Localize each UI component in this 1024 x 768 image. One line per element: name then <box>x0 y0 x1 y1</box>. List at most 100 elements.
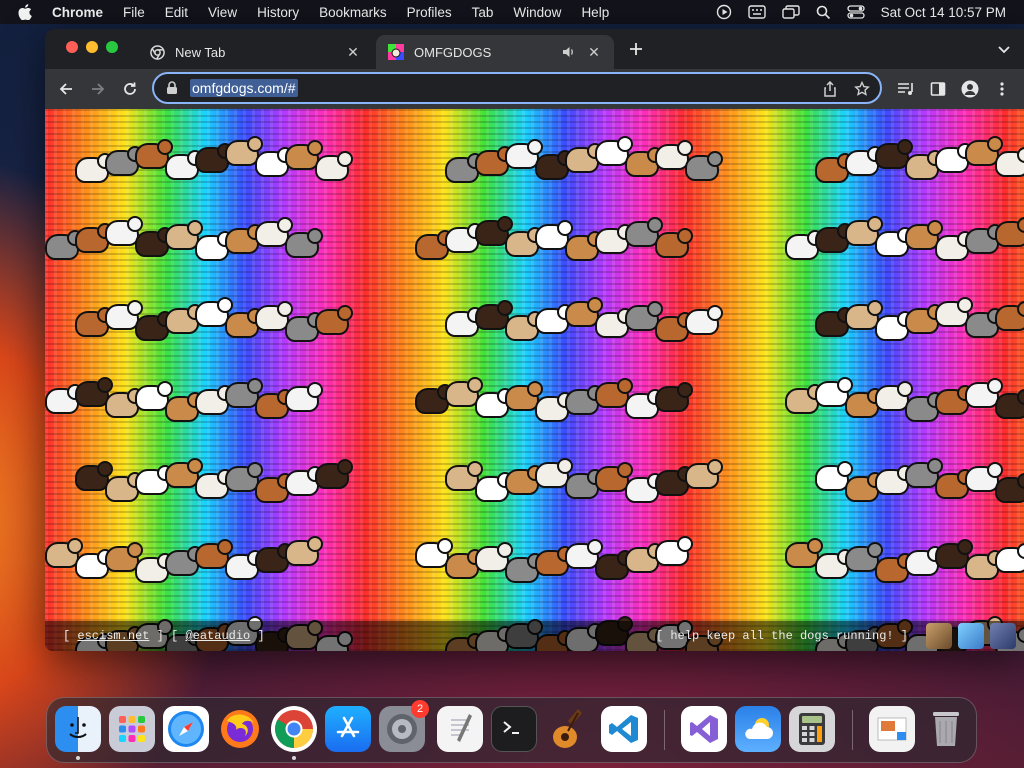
weather-icon[interactable] <box>735 706 781 752</box>
dog-sprite <box>195 385 233 415</box>
menu-bar-clock[interactable]: Sat Oct 14 10:57 PM <box>881 5 1006 20</box>
tab-audio-icon[interactable] <box>562 44 578 60</box>
terminal-icon[interactable] <box>491 706 537 752</box>
settings-icon[interactable]: 2 <box>379 700 429 752</box>
back-arrow-icon[interactable] <box>56 79 76 99</box>
dog-sprite <box>445 153 483 183</box>
new-tab-plus-icon[interactable] <box>627 40 645 58</box>
vscode-icon[interactable] <box>601 706 647 752</box>
tab-close-icon[interactable]: ✕ <box>345 44 361 60</box>
tab-omfgdogs[interactable]: OMFGDOGS ✕ <box>376 35 614 69</box>
dog-sprite <box>165 458 203 488</box>
url-text[interactable]: omfgdogs.com/# <box>190 79 298 97</box>
dog-row <box>45 109 1024 189</box>
dog-sprite <box>815 549 853 579</box>
footer-donate-text[interactable]: [ help keep all the dogs running! ] <box>656 629 908 643</box>
dog-sprite <box>445 307 483 337</box>
dog-pack <box>785 203 1024 263</box>
reload-icon[interactable] <box>120 79 140 99</box>
dog-pack <box>445 443 723 503</box>
finder-icon[interactable] <box>55 706 101 752</box>
dog-sprite <box>935 231 973 261</box>
media-controls-icon[interactable] <box>896 79 916 99</box>
escism-link[interactable]: escism.net <box>77 629 149 643</box>
screen-mirroring-icon[interactable] <box>781 5 800 19</box>
firefox-icon[interactable] <box>217 706 263 752</box>
menu-window[interactable]: Window <box>503 5 571 20</box>
dog-sprite <box>905 150 943 180</box>
dog-row <box>45 509 1024 589</box>
preview-icon[interactable] <box>869 706 915 752</box>
garageband-icon[interactable] <box>545 706 591 752</box>
dog-sprite <box>995 389 1024 419</box>
dog-sprite <box>815 377 853 407</box>
menu-bookmarks[interactable]: Bookmarks <box>309 5 397 20</box>
spotlight-search-icon[interactable] <box>816 5 831 20</box>
dog-sprite <box>255 301 293 331</box>
safari-icon[interactable] <box>163 706 209 752</box>
dog-sprite <box>255 473 293 503</box>
profile-avatar-icon[interactable] <box>960 79 980 99</box>
dog-pack <box>815 283 1024 343</box>
menu-edit[interactable]: Edit <box>155 5 198 20</box>
keyboard-icon[interactable] <box>747 5 766 19</box>
trash-icon[interactable] <box>923 706 969 752</box>
launchpad-icon[interactable] <box>109 706 155 752</box>
dog-sprite <box>815 461 853 491</box>
footer-bracket: ] [ <box>149 629 186 643</box>
tab-search-chevron-icon[interactable] <box>996 41 1012 57</box>
window-minimize-button[interactable] <box>86 41 98 53</box>
tab-new-tab[interactable]: New Tab ✕ <box>137 35 373 69</box>
dog-sprite <box>135 465 173 495</box>
side-panel-icon[interactable] <box>928 79 948 99</box>
menu-history[interactable]: History <box>247 5 309 20</box>
tab-close-icon[interactable]: ✕ <box>586 44 602 60</box>
dog-sprite <box>935 297 973 327</box>
chrome-running-dot <box>292 756 296 760</box>
dog-sprite <box>655 382 693 412</box>
play-status-icon[interactable] <box>716 4 732 20</box>
dog-sprite-icon[interactable] <box>926 623 952 649</box>
menu-tab[interactable]: Tab <box>462 5 504 20</box>
window-maximize-button[interactable] <box>106 41 118 53</box>
menu-file[interactable]: File <box>113 5 155 20</box>
control-center-icon[interactable] <box>847 5 865 19</box>
eataudio-link[interactable]: @eataudio <box>185 629 250 643</box>
apple-menu-icon[interactable] <box>18 4 34 20</box>
menu-profiles[interactable]: Profiles <box>397 5 462 20</box>
bookmark-star-icon[interactable] <box>854 80 870 97</box>
share-icon[interactable] <box>822 80 838 97</box>
app-menu-chrome[interactable]: Chrome <box>48 5 113 20</box>
dog-sprite <box>475 542 513 572</box>
more-menu-icon[interactable] <box>992 79 1012 99</box>
dog-sprite <box>875 553 913 583</box>
visual-studio-icon[interactable] <box>681 706 727 752</box>
dog-sprite <box>995 543 1024 573</box>
dog-sprite <box>625 301 663 331</box>
app-store-icon[interactable] <box>325 706 371 752</box>
dog-sprite <box>195 143 233 173</box>
dog-sprite <box>935 469 973 499</box>
dog-sprite-icon[interactable] <box>958 623 984 649</box>
dog-sprite <box>165 150 203 180</box>
lock-icon[interactable] <box>166 81 180 95</box>
dog-sprite <box>315 305 353 335</box>
calculator-icon[interactable] <box>789 706 835 752</box>
dog-sprite <box>935 385 973 415</box>
window-close-button[interactable] <box>66 41 78 53</box>
textedit-icon[interactable] <box>437 706 483 752</box>
dog-sprite <box>315 459 353 489</box>
chrome-icon[interactable] <box>271 706 317 752</box>
menu-view[interactable]: View <box>198 5 247 20</box>
address-bar[interactable]: omfgdogs.com/# <box>152 72 882 104</box>
dog-sprite <box>965 550 1003 580</box>
dog-sprite <box>415 538 453 568</box>
dog-sprite <box>195 469 233 499</box>
dog-sprite <box>285 536 323 566</box>
dog-sprite <box>45 538 83 568</box>
dog-sprite-icon[interactable] <box>990 623 1016 649</box>
dog-pack <box>415 363 693 423</box>
dog-sprite <box>505 311 543 341</box>
menu-help[interactable]: Help <box>571 5 619 20</box>
forward-arrow-icon[interactable] <box>88 79 108 99</box>
